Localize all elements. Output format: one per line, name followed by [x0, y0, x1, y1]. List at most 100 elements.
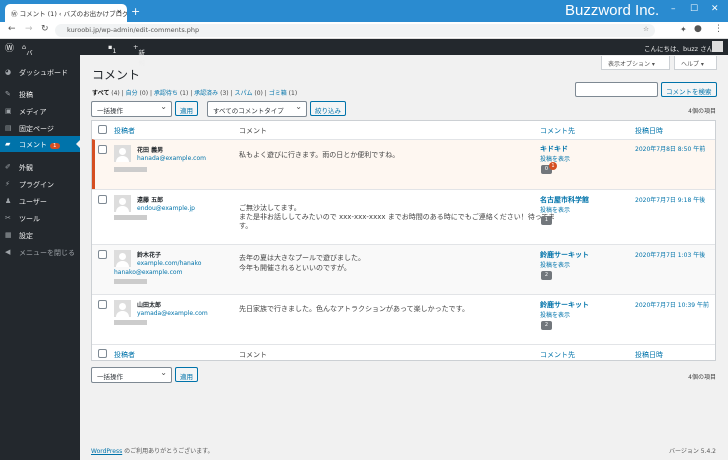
comment-column-footer: コメント — [239, 351, 267, 359]
filter-approved[interactable]: 承認済み — [194, 90, 218, 97]
url-bar[interactable]: kuroobi.jp/wp-admin/edit-comments.php ☆ — [55, 24, 655, 37]
post-link[interactable]: 鈴鹿サーキット — [540, 250, 589, 260]
sidebar-item-users[interactable]: ♟ ユーザー — [0, 193, 80, 209]
close-window-button[interactable]: ✕ — [711, 4, 719, 14]
back-icon[interactable]: ← — [8, 24, 16, 34]
author-name: 遠藤 五郎 — [137, 197, 164, 204]
comments-link[interactable]: ▪ 1 — [108, 43, 117, 55]
item-count-bottom: 4個の項目 — [688, 374, 716, 381]
date-column-footer[interactable]: 投稿日時 — [635, 350, 663, 360]
view-post-link[interactable]: 投稿を表示 — [540, 260, 570, 269]
view-post-link[interactable]: 投稿を表示 — [540, 205, 570, 214]
comment-date[interactable]: 2020年7月7日 1:03 午後 — [635, 250, 705, 259]
response-column-header[interactable]: コメント先 — [540, 126, 575, 136]
minimize-button[interactable]: – — [671, 4, 676, 14]
wrench-icon: ✂ — [5, 214, 11, 222]
author-email[interactable]: endou@example.jp — [137, 205, 195, 212]
row-checkbox[interactable] — [98, 145, 107, 154]
avatar[interactable] — [712, 41, 723, 52]
star-icon[interactable]: ☆ — [643, 25, 649, 33]
bulk-action-select-bottom[interactable]: 一括操作 — [91, 367, 172, 383]
maximize-button[interactable]: ☐ — [690, 4, 698, 14]
settings-icon: ▦ — [5, 231, 12, 239]
new-tab-button[interactable]: + — [131, 5, 140, 18]
sidebar-item-settings[interactable]: ▦ 設定 — [0, 227, 80, 243]
user-icon: ♟ — [5, 197, 12, 205]
media-icon: ▣ — [5, 107, 12, 115]
comment-count-bubble[interactable]: 1 — [541, 216, 552, 225]
search-comments-button[interactable]: コメントを検索 — [661, 82, 717, 97]
filter-button[interactable]: 絞り込み — [310, 101, 346, 116]
select-all-checkbox-bottom[interactable] — [98, 349, 107, 358]
comment-date[interactable]: 2020年7月8日 8:50 午前 — [635, 144, 705, 153]
collapse-menu[interactable]: ◀ メニューを閉じる — [0, 244, 80, 260]
sidebar-item-media[interactable]: ▣ メディア — [0, 103, 80, 119]
view-post-link[interactable]: 投稿を表示 — [540, 310, 570, 319]
author-email[interactable]: yamada@example.com — [137, 310, 208, 317]
page-title: コメント — [92, 68, 141, 82]
avatar — [114, 195, 131, 212]
sidebar-item-dashboard[interactable]: ◕ ダッシュボード — [0, 64, 80, 80]
apply-button-bottom[interactable]: 適用 — [175, 367, 198, 382]
comment-date[interactable]: 2020年7月7日 10:39 午前 — [635, 300, 709, 309]
row-checkbox[interactable] — [98, 300, 107, 309]
comment-search-input[interactable] — [575, 82, 658, 97]
sidebar-item-tools[interactable]: ✂ ツール — [0, 210, 80, 226]
pending-count-badge[interactable]: 1 — [549, 162, 557, 170]
screen-options-button[interactable]: 表示オプション ▾ — [601, 56, 670, 70]
extensions-icon[interactable]: ✦ — [680, 25, 687, 34]
author-email[interactable]: hanako@example.com — [114, 269, 182, 276]
menu-icon[interactable]: ⋮ — [714, 24, 723, 34]
table-row: 花田 義男 hanada@example.com 私もよく遊びに行きます。雨の日… — [92, 139, 715, 189]
sidebar-item-pages[interactable]: ▤ 固定ページ — [0, 120, 80, 136]
post-link[interactable]: キドキド — [540, 144, 568, 154]
account-link[interactable]: こんにちは、buzz さん — [644, 43, 713, 53]
reload-icon[interactable]: ↻ — [41, 24, 49, 34]
dashboard-icon: ◕ — [5, 68, 12, 76]
wordpress-logo-icon[interactable]: Ⓦ — [5, 41, 14, 54]
sidebar-item-posts[interactable]: ✎ 投稿 — [0, 86, 80, 102]
date-column-header[interactable]: 投稿日時 — [635, 126, 663, 136]
sidebar-item-comments[interactable]: ▰ コメント 1 — [0, 136, 80, 152]
close-tab-icon[interactable]: ✕ — [117, 8, 122, 16]
post-link[interactable]: 名古屋市科学館 — [540, 195, 589, 205]
comment-text: 先日家族で行きました。色んなアトラクションがあって楽しかったです。 — [239, 305, 469, 313]
comment-date[interactable]: 2020年7月7日 9:18 午後 — [635, 195, 705, 204]
sidebar-item-plugins[interactable]: ⚡ プラグイン — [0, 176, 80, 192]
sidebar-item-appearance[interactable]: ✐ 外観 — [0, 159, 80, 175]
author-email[interactable]: hanada@example.com — [137, 155, 206, 162]
author-name: 鈴木花子 — [137, 252, 162, 259]
forward-icon[interactable]: → — [25, 24, 33, 34]
author-url[interactable]: example.com/hanako — [137, 260, 201, 267]
filter-spam[interactable]: スパム — [234, 90, 252, 97]
wordpress-link[interactable]: WordPress — [91, 448, 122, 455]
comment-type-select[interactable]: すべてのコメントタイプ — [207, 101, 307, 117]
comment-text: また是非お話ししてみたいので xxx-xxx-xxxx までお時間のある時にでも… — [239, 213, 556, 221]
help-button[interactable]: ヘルプ ▾ — [674, 56, 717, 70]
row-checkbox[interactable] — [98, 195, 107, 204]
comment-text: 去年の夏は大きなプールで遊びました。 — [239, 254, 365, 262]
response-column-footer[interactable]: コメント先 — [540, 350, 575, 360]
row-checkbox[interactable] — [98, 250, 107, 259]
comment-count-bubble[interactable]: 2 — [541, 321, 552, 330]
filter-trash[interactable]: ゴミ箱 — [269, 90, 287, 97]
new-content-link[interactable]: + 新規 — [133, 43, 145, 67]
comment-column-header: コメント — [239, 127, 267, 135]
browser-tab[interactable]: Ⓦ コメント (1) ‹ バズのお出かけブログ — ✕ — [5, 4, 127, 22]
comment-count-bubble[interactable]: 2 — [541, 271, 552, 280]
bulk-action-select[interactable]: 一括操作 — [91, 101, 172, 117]
author-name: 山田太郎 — [137, 302, 162, 309]
filter-mine[interactable]: 自分 — [126, 90, 138, 97]
filter-all[interactable]: すべて — [92, 90, 109, 97]
select-all-checkbox[interactable] — [98, 125, 107, 134]
comment-icon: ▰ — [5, 140, 11, 148]
filter-pending[interactable]: 承認待ち — [154, 90, 178, 97]
post-link[interactable]: 鈴鹿サーキット — [540, 300, 589, 310]
profile-icon[interactable]: ● — [694, 24, 702, 34]
footer-thanks: WordPress のご利用ありがとうございます。 — [91, 448, 214, 455]
author-column-footer[interactable]: 投稿者 — [114, 350, 135, 360]
site-name-link[interactable]: ⌂ バズのお出かけブログ — [22, 43, 33, 147]
author-column-header[interactable]: 投稿者 — [114, 126, 135, 136]
apply-button[interactable]: 適用 — [175, 101, 198, 116]
pin-icon: ✎ — [5, 90, 11, 98]
